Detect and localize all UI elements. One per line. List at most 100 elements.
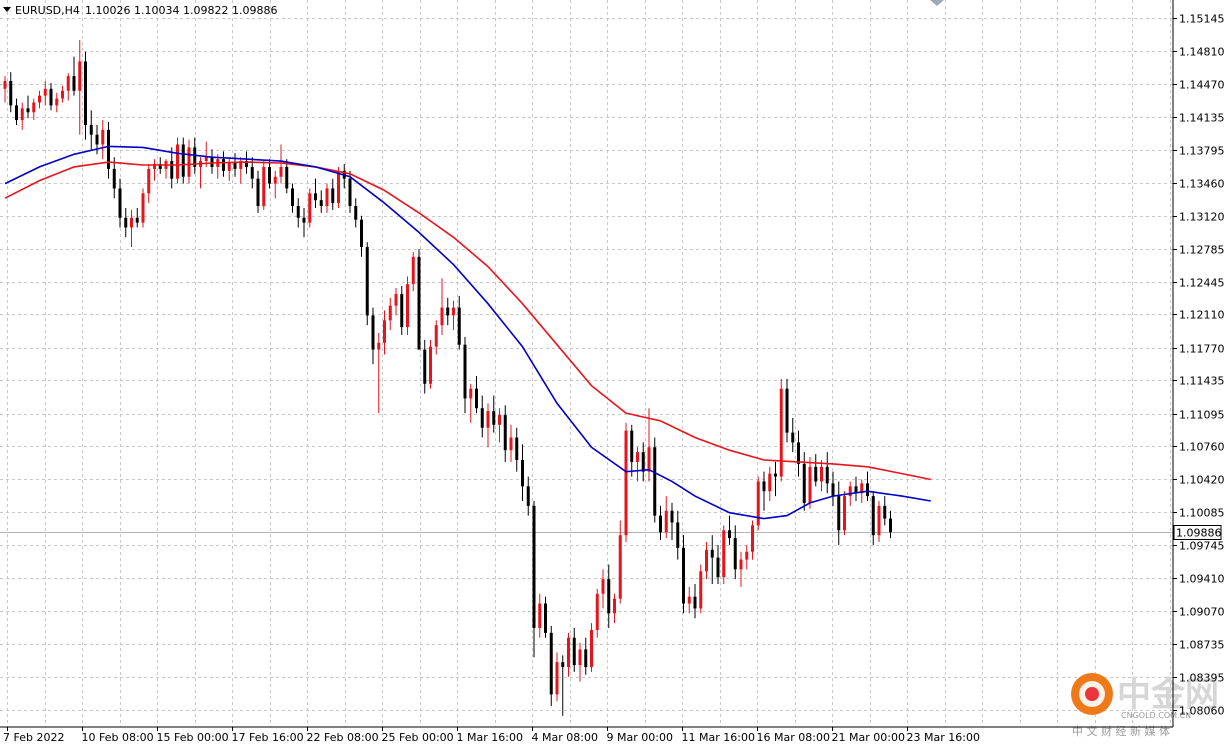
candle-body bbox=[429, 346, 432, 384]
candle-body bbox=[210, 157, 214, 167]
candle-body bbox=[549, 632, 553, 695]
candle-body bbox=[377, 342, 381, 350]
candle bbox=[722, 525, 726, 585]
candle-body bbox=[647, 447, 651, 472]
candle-body bbox=[84, 61, 87, 125]
candle-body bbox=[624, 430, 628, 536]
candle-body bbox=[181, 144, 185, 177]
candle-body bbox=[446, 307, 450, 316]
candle-body bbox=[837, 496, 841, 531]
candle-body bbox=[406, 284, 409, 328]
y-tick-label: 1.13460 bbox=[1179, 178, 1225, 191]
candle-body bbox=[705, 549, 708, 572]
candle bbox=[308, 188, 312, 228]
candle-body bbox=[176, 144, 179, 179]
candle-body bbox=[279, 166, 283, 177]
ohlc-label: 1.10026 1.10034 1.09822 1.09886 bbox=[85, 4, 277, 17]
y-tick-label: 1.11770 bbox=[1179, 343, 1225, 356]
candle-body bbox=[572, 637, 576, 666]
candle-body bbox=[475, 388, 478, 409]
candle-body bbox=[89, 124, 93, 135]
candle-body bbox=[693, 596, 697, 609]
candle-body bbox=[268, 166, 271, 184]
y-tick-label: 1.12110 bbox=[1179, 309, 1225, 322]
x-tick-label: 17 Feb 16:00 bbox=[232, 731, 304, 744]
candle-body bbox=[486, 411, 490, 428]
candle bbox=[406, 276, 409, 335]
candle-body bbox=[325, 188, 329, 207]
x-tick-label: 10 Feb 08:00 bbox=[82, 731, 154, 744]
candle-body bbox=[699, 571, 703, 609]
candle-body bbox=[440, 307, 444, 326]
candle-body bbox=[457, 307, 461, 345]
candle-body bbox=[417, 256, 421, 350]
symbol-label: EURUSD,H4 bbox=[15, 4, 80, 17]
candle-body bbox=[227, 163, 231, 171]
x-tick-label: 23 Mar 16:00 bbox=[907, 731, 980, 744]
candle-body bbox=[469, 388, 473, 399]
candle-body bbox=[170, 161, 174, 179]
candle-body bbox=[101, 129, 105, 145]
x-tick-label: 15 Feb 00:00 bbox=[157, 731, 229, 744]
y-tick-label: 1.13120 bbox=[1179, 211, 1225, 224]
candle-body bbox=[204, 157, 208, 162]
candle-body bbox=[676, 522, 680, 548]
candle-body bbox=[49, 88, 53, 106]
candle-body bbox=[779, 388, 783, 477]
candle bbox=[262, 161, 266, 210]
y-tick-label: 1.12785 bbox=[1179, 244, 1225, 257]
candle-body bbox=[360, 219, 363, 248]
candle-body bbox=[578, 649, 582, 666]
candle-body bbox=[492, 411, 496, 425]
candle-body bbox=[503, 415, 507, 451]
x-tick-label: 22 Feb 08:00 bbox=[307, 731, 379, 744]
chart-window[interactable]: 中金网 CNGOLD.COM.CN 中 文 财 经 新 媒 体 1.15145 1… bbox=[0, 0, 1227, 746]
candle-body bbox=[411, 256, 415, 285]
x-tick-label: 21 Mar 00:00 bbox=[832, 731, 905, 744]
candle bbox=[653, 437, 657, 523]
candle-body bbox=[762, 481, 766, 492]
y-tick-label: 1.10085 bbox=[1179, 507, 1225, 520]
x-tick-label: 7 Feb 2022 bbox=[3, 731, 64, 744]
y-tick-label: 1.15145 bbox=[1179, 13, 1225, 26]
candle-body bbox=[883, 505, 887, 519]
candle-body bbox=[515, 437, 519, 460]
candle-body bbox=[825, 466, 829, 484]
candle bbox=[176, 137, 179, 184]
candle-body bbox=[480, 408, 484, 428]
candle-body bbox=[866, 483, 869, 497]
candle-body bbox=[118, 188, 122, 218]
price-chart[interactable]: 中金网 CNGOLD.COM.CN 中 文 财 经 新 媒 体 1.151451… bbox=[0, 0, 1227, 746]
candle-body bbox=[124, 217, 128, 228]
logo-core bbox=[1085, 687, 1099, 701]
y-tick-label: 1.08060 bbox=[1179, 705, 1225, 718]
candle-body bbox=[135, 217, 139, 223]
candle-body bbox=[710, 549, 714, 558]
candle-body bbox=[285, 166, 289, 189]
candle-body bbox=[434, 325, 438, 347]
y-tick-label: 1.10760 bbox=[1179, 441, 1225, 454]
candle bbox=[417, 248, 421, 350]
y-tick-label: 1.10420 bbox=[1179, 474, 1225, 487]
y-tick-label: 1.12445 bbox=[1179, 277, 1225, 290]
candle bbox=[429, 339, 432, 389]
candle bbox=[181, 137, 185, 184]
candle-body bbox=[641, 452, 645, 472]
candle-body bbox=[532, 505, 536, 628]
candle-body bbox=[509, 437, 513, 451]
candle-body bbox=[38, 95, 41, 103]
candle bbox=[549, 626, 553, 707]
candle-body bbox=[871, 496, 875, 536]
candle-body bbox=[618, 535, 622, 599]
candle-body bbox=[130, 217, 133, 228]
candle bbox=[843, 491, 846, 536]
candle-body bbox=[814, 466, 818, 482]
candle-body bbox=[768, 473, 772, 492]
candle-body bbox=[296, 206, 300, 218]
candle-body bbox=[797, 442, 800, 464]
y-tick-label: 1.14470 bbox=[1179, 79, 1225, 92]
candle-body bbox=[848, 486, 852, 497]
x-tick-label: 9 Mar 00:00 bbox=[607, 731, 673, 744]
candle-body bbox=[670, 510, 674, 523]
candle-body bbox=[716, 557, 720, 578]
